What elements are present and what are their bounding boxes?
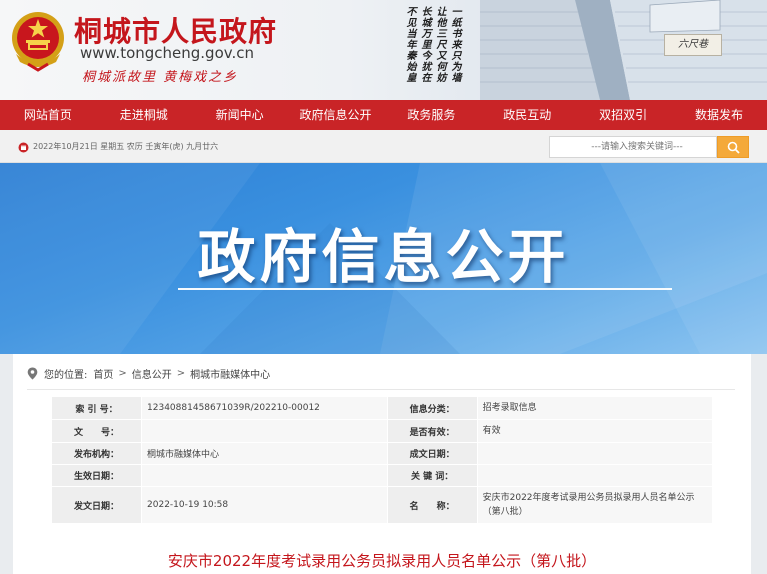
poem-column: 一纸书来只为墙 (449, 6, 460, 83)
meta-label: 信息分类： (386, 396, 478, 420)
meta-value: 安庆市2022年度考试录用公务员拟录用人员名单公示（第八批） (476, 486, 714, 524)
meta-value (476, 442, 714, 465)
meta-label: 名 称： (386, 486, 478, 524)
table-row: 文 号： 是否有效： 有效 (50, 419, 714, 443)
breadcrumb-separator: > (118, 368, 127, 379)
nav-item-about[interactable]: 走进桐城 (96, 100, 192, 130)
location-pin-icon (27, 367, 38, 380)
poem-column: 长城万里今犹在 (419, 6, 430, 83)
meta-value: 招考录取信息 (476, 396, 714, 420)
nav-item-interaction[interactable]: 政民互动 (479, 100, 575, 130)
table-row: 发文日期： 2022-10-19 10:58 名 称： 安庆市2022年度考试录… (50, 486, 714, 524)
document-title: 安庆市2022年度考试录用公务员拟录用人员名单公示（第八批） (167, 552, 597, 570)
banner-title: 政府信息公开 (197, 223, 570, 291)
current-date: 2022年10月21日 星期五 农历 壬寅年(虎) 九月廿六 (33, 142, 219, 151)
nav-item-home[interactable]: 网站首页 (0, 100, 96, 130)
meta-label: 关 键 词： (386, 464, 478, 487)
six-foot-lane-poem: 一纸书来只为墙 让他三尺又何妨 长城万里今犹在 不见当年秦始皇 (368, 6, 460, 92)
lane-sign: 六尺巷 (664, 34, 722, 56)
content-card: 您的位置: 首页 > 信息公开 > 桐城市融媒体中心 索 引 号： 123408… (13, 354, 751, 574)
meta-value: 桐城市融媒体中心 (141, 442, 388, 465)
table-row: 生效日期： 关 键 词： (50, 464, 714, 487)
nav-item-info-disclosure[interactable]: 政府信息公开 (288, 100, 384, 130)
breadcrumb-media-center[interactable]: 桐城市融媒体中心 (190, 366, 270, 381)
poem-column: 让他三尺又何妨 (434, 6, 445, 83)
meta-value: 2022-10-19 10:58 (141, 486, 388, 524)
nav-item-services[interactable]: 政务服务 (384, 100, 480, 130)
breadcrumb-home[interactable]: 首页 (93, 366, 113, 381)
meta-label: 是否有效： (386, 419, 478, 443)
nav-item-investment[interactable]: 双招双引 (575, 100, 671, 130)
meta-label: 生效日期： (50, 464, 143, 487)
meta-value: 有效 (476, 419, 714, 443)
search-icon (727, 141, 740, 154)
national-emblem-icon (12, 12, 64, 72)
page-banner: 政府信息公开 (0, 163, 767, 354)
meta-label: 发文日期： (50, 486, 143, 524)
breadcrumb-separator: > (176, 368, 186, 379)
site-url: www.tongcheng.gov.cn (80, 44, 254, 62)
meta-label: 发布机构： (50, 442, 143, 465)
meta-label: 文 号： (50, 419, 143, 443)
poem-column: 不见当年秦始皇 (404, 6, 415, 83)
meta-value: 12340881458671039R/202210-00012 (141, 396, 388, 420)
nav-item-data[interactable]: 数据发布 (671, 100, 767, 130)
info-bar: 2022年10月21日 星期五 农历 壬寅年(虎) 九月廿六 (0, 130, 767, 163)
main-nav: 网站首页 走进桐城 新闻中心 政府信息公开 政务服务 政民互动 双招双引 数据发… (0, 100, 767, 130)
breadcrumb-divider (27, 389, 735, 390)
search-button[interactable] (717, 136, 749, 158)
meta-label: 成文日期： (386, 442, 478, 465)
banner-underline (178, 288, 672, 290)
search-input[interactable] (549, 136, 717, 158)
nav-item-news[interactable]: 新闻中心 (192, 100, 288, 130)
breadcrumb-info-disclosure[interactable]: 信息公开 (132, 366, 172, 381)
breadcrumb-prefix: 您的位置: (44, 370, 88, 381)
site-header: 桐城市人民政府 www.tongcheng.gov.cn 桐城派故里 黄梅戏之乡… (0, 0, 767, 100)
meta-label: 索 引 号： (50, 396, 143, 420)
calendar-icon (18, 142, 29, 153)
lane-illustration (480, 0, 767, 100)
document-meta-table: 索 引 号： 12340881458671039R/202210-00012 信… (50, 396, 714, 524)
table-row: 发布机构： 桐城市融媒体中心 成文日期： (50, 442, 714, 465)
breadcrumb: 您的位置: 首页 > 信息公开 > 桐城市融媒体中心 (27, 366, 270, 381)
meta-value (141, 419, 388, 443)
table-row: 索 引 号： 12340881458671039R/202210-00012 信… (50, 396, 714, 420)
meta-value (141, 464, 388, 487)
site-slogan: 桐城派故里 黄梅戏之乡 (82, 70, 239, 85)
meta-value (476, 464, 714, 487)
